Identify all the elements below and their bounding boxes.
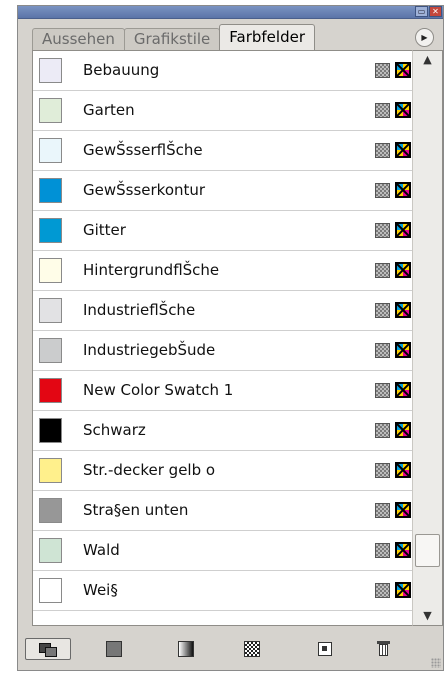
gradient-swatches-icon[interactable]: [176, 638, 194, 660]
global-process-color-icon: [375, 583, 390, 598]
cmyk-process-icon: [395, 542, 411, 558]
new-swatch-icon[interactable]: [316, 638, 334, 660]
swatch-list: Bebauung Garten GewŠsserflŠche GewŠsserkont…: [32, 50, 412, 626]
swatch-row[interactable]: Wei§: [33, 571, 412, 611]
color-swatches-icon[interactable]: [104, 638, 122, 660]
swatch-name: Stra§en unten: [83, 501, 189, 519]
swatch-color-chip: [39, 538, 62, 563]
global-process-color-icon: [375, 103, 390, 118]
swatch-color-chip: [39, 378, 62, 403]
global-process-color-icon: [375, 223, 390, 238]
swatch-row[interactable]: Gitter: [33, 211, 412, 251]
resize-grip-icon[interactable]: [431, 658, 441, 668]
global-process-color-icon: [375, 463, 390, 478]
cmyk-process-icon: [395, 422, 411, 438]
swatch-color-chip: [39, 298, 62, 323]
swatch-color-chip: [39, 218, 62, 243]
swatch-toolbar: [18, 634, 443, 670]
swatch-row[interactable]: GewŠsserkontur: [33, 171, 412, 211]
swatch-row[interactable]: HintergrundflŠche: [33, 251, 412, 291]
swatch-row[interactable]: Str.-decker gelb o: [33, 451, 412, 491]
cmyk-process-icon: [395, 142, 411, 158]
global-process-color-icon: [375, 383, 390, 398]
panel-titlebar[interactable]: ▭ ✕: [18, 6, 443, 19]
cmyk-process-icon: [395, 582, 411, 598]
panel-tabs: Aussehen Grafikstile Farbfelder: [32, 24, 443, 50]
cmyk-process-icon: [395, 302, 411, 318]
swatch-color-chip: [39, 578, 62, 603]
tab-aussehen[interactable]: Aussehen: [32, 28, 125, 50]
cmyk-process-icon: [395, 62, 411, 78]
scrollbar[interactable]: ▲ ▼: [412, 50, 443, 626]
scroll-up-arrow-icon[interactable]: ▲: [413, 51, 442, 69]
swatch-color-chip: [39, 138, 62, 163]
swatch-row[interactable]: IndustriegebŠude: [33, 331, 412, 371]
title-buttons: ▭ ✕: [414, 6, 442, 18]
scrollbar-thumb[interactable]: [415, 533, 440, 567]
swatch-color-chip: [39, 338, 62, 363]
swatch-row[interactable]: Bebauung: [33, 51, 412, 91]
cmyk-process-icon: [395, 502, 411, 518]
swatch-name: GewŠsserflŠche: [83, 141, 203, 159]
global-process-color-icon: [375, 63, 390, 78]
cmyk-process-icon: [395, 462, 411, 478]
swatch-name: Str.-decker gelb o: [83, 461, 216, 479]
scroll-down-arrow-icon[interactable]: ▼: [413, 607, 442, 625]
cmyk-process-icon: [395, 342, 411, 358]
swatch-name: Schwarz: [83, 421, 146, 439]
swatch-row[interactable]: New Color Swatch 1: [33, 371, 412, 411]
close-icon[interactable]: ✕: [429, 6, 442, 17]
cmyk-process-icon: [395, 102, 411, 118]
swatch-name: IndustriegebŠude: [83, 341, 216, 359]
swatch-color-chip: [39, 498, 62, 523]
pattern-swatches-icon[interactable]: [242, 638, 260, 660]
swatch-color-chip: [39, 178, 62, 203]
swatch-color-chip: [39, 98, 62, 123]
show-swatch-kinds-icon[interactable]: [25, 638, 71, 660]
swatch-color-chip: [39, 258, 62, 283]
swatch-name: HintergrundflŠche: [83, 261, 220, 279]
swatch-row[interactable]: Schwarz: [33, 411, 412, 451]
global-process-color-icon: [375, 343, 390, 358]
swatch-name: IndustrieflŠche: [83, 301, 196, 319]
swatch-color-chip: [39, 58, 62, 83]
global-process-color-icon: [375, 183, 390, 198]
swatch-name: Garten: [83, 101, 135, 119]
swatches-panel: ▭ ✕ Aussehen Grafikstile Farbfelder ▶ Be…: [17, 5, 444, 671]
cmyk-process-icon: [395, 262, 411, 278]
global-process-color-icon: [375, 423, 390, 438]
global-process-color-icon: [375, 303, 390, 318]
cmyk-process-icon: [395, 182, 411, 198]
swatch-row[interactable]: GewŠsserflŠche: [33, 131, 412, 171]
swatch-name: Bebauung: [83, 61, 160, 79]
swatch-name: GewŠsserkontur: [83, 181, 206, 199]
tab-grafikstile[interactable]: Grafikstile: [123, 28, 221, 50]
swatch-row[interactable]: Stra§en unten: [33, 491, 412, 531]
global-process-color-icon: [375, 503, 390, 518]
swatch-color-chip: [39, 418, 62, 443]
trash-icon[interactable]: [374, 638, 394, 660]
swatch-row[interactable]: IndustrieflŠche: [33, 291, 412, 331]
swatch-row[interactable]: Wald: [33, 531, 412, 571]
swatch-name: New Color Swatch 1: [83, 381, 234, 399]
swatch-color-chip: [39, 458, 62, 483]
panel-menu-icon[interactable]: ▶: [415, 28, 434, 47]
swatch-name: Wald: [83, 541, 120, 559]
global-process-color-icon: [375, 143, 390, 158]
tab-farbfelder[interactable]: Farbfelder: [219, 24, 315, 50]
minimize-icon[interactable]: ▭: [415, 6, 428, 17]
global-process-color-icon: [375, 263, 390, 278]
cmyk-process-icon: [395, 382, 411, 398]
cmyk-process-icon: [395, 222, 411, 238]
swatch-row[interactable]: Garten: [33, 91, 412, 131]
swatch-name: Wei§: [83, 581, 118, 599]
swatch-name: Gitter: [83, 221, 126, 239]
global-process-color-icon: [375, 543, 390, 558]
